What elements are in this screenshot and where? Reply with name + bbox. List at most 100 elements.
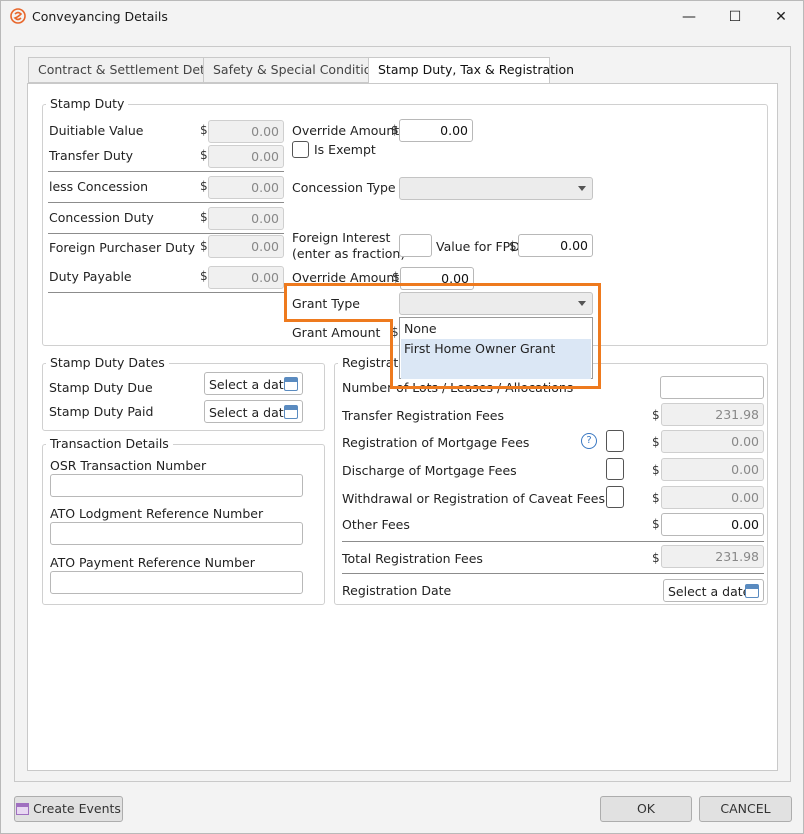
conveyancing-window: Conveyancing Details — ☐ ✕ Contract & Se… [0, 0, 804, 834]
override-amount-label: Override Amount [292, 123, 400, 138]
currency-symbol: $ [652, 551, 660, 565]
transaction-details-legend: Transaction Details [46, 436, 173, 451]
tab-safety-special-conditions[interactable]: Safety & Special Conditions [203, 57, 386, 83]
foreign-purchaser-duty-field[interactable]: 0.00 [208, 235, 284, 258]
is-exempt-label: Is Exempt [314, 142, 376, 157]
chevron-down-icon [578, 186, 586, 191]
concession-duty-field[interactable]: 0.00 [208, 207, 284, 230]
transfer-duty-field[interactable]: 0.00 [208, 145, 284, 168]
app-logo-icon [10, 8, 26, 24]
registration-group [334, 363, 768, 605]
registration-date-label: Registration Date [342, 583, 452, 598]
stamp-duty-due-label: Stamp Duty Due [49, 380, 153, 395]
close-icon: ✕ [775, 9, 787, 25]
currency-symbol: $ [652, 463, 660, 477]
highlight-annotation [390, 319, 393, 389]
highlight-annotation [390, 283, 601, 389]
create-events-button[interactable]: Create Events [14, 796, 123, 822]
duty-payable-label: Duty Payable [49, 269, 132, 284]
minimize-button[interactable]: — [666, 1, 712, 33]
currency-symbol: $ [652, 491, 660, 505]
osr-transaction-input[interactable] [50, 474, 303, 497]
divider [342, 573, 764, 574]
stamp-duty-paid-datepicker[interactable]: Select a date [204, 400, 303, 423]
transfer-registration-fees-label: Transfer Registration Fees [342, 408, 504, 423]
is-exempt-checkbox[interactable] [292, 141, 309, 158]
close-button[interactable]: ✕ [758, 1, 804, 33]
highlight-annotation [284, 319, 393, 322]
divider [48, 171, 284, 172]
duty-payable-field[interactable]: 0.00 [208, 266, 284, 289]
ato-lodgment-input[interactable] [50, 522, 303, 545]
dutiable-value-field[interactable]: 0.00 [208, 120, 284, 143]
date-placeholder: Select a date [209, 405, 292, 420]
foreign-interest-hint: (enter as fraction) [292, 246, 406, 261]
ok-button[interactable]: OK [600, 796, 692, 822]
highlight-annotation [284, 283, 393, 322]
ato-payment-input[interactable] [50, 571, 303, 594]
foreign-interest-field[interactable] [399, 234, 432, 257]
title-bar: Conveyancing Details — ☐ ✕ [1, 1, 803, 33]
currency-symbol: $ [200, 148, 208, 162]
currency-symbol: $ [200, 269, 208, 283]
calendar-icon[interactable] [284, 405, 298, 419]
concession-type-select[interactable] [399, 177, 593, 200]
concession-duty-label: Concession Duty [49, 210, 154, 225]
tab-contract-settlement[interactable]: Contract & Settlement Details [28, 57, 226, 83]
date-placeholder: Select a date [668, 584, 751, 599]
total-registration-fees-field[interactable]: 231.98 [661, 545, 764, 568]
discharge-fees-field[interactable]: 0.00 [661, 458, 764, 481]
create-events-label: Create Events [33, 801, 121, 816]
divider [342, 541, 764, 542]
date-placeholder: Select a date [209, 377, 292, 392]
other-fees-field[interactable]: 0.00 [661, 513, 764, 536]
mortgage-fees-field[interactable]: 0.00 [661, 430, 764, 453]
mortgage-fees-checkbox[interactable] [606, 430, 624, 452]
currency-symbol: $ [200, 123, 208, 137]
number-of-lots-input[interactable] [660, 376, 764, 399]
calendar-icon [16, 803, 30, 815]
ato-payment-label: ATO Payment Reference Number [50, 555, 255, 570]
foreign-purchaser-duty-label: Foreign Purchaser Duty [49, 240, 195, 255]
help-icon[interactable]: ? [581, 433, 597, 449]
value-for-fpd-field[interactable]: 0.00 [518, 234, 593, 257]
currency-symbol: $ [652, 517, 660, 531]
cancel-button[interactable]: CANCEL [699, 796, 792, 822]
currency-symbol: $ [200, 210, 208, 224]
discharge-fees-label: Discharge of Mortgage Fees [342, 463, 517, 478]
override-amount-field[interactable]: 0.00 [399, 119, 473, 142]
currency-symbol: $ [652, 435, 660, 449]
stamp-duty-due-datepicker[interactable]: Select a date [204, 372, 303, 395]
divider [48, 202, 284, 203]
mortgage-fees-label: Registration of Mortgage Fees [342, 435, 530, 450]
tab-stamp-duty-tax-registration[interactable]: Stamp Duty, Tax & Registration [368, 57, 574, 84]
minimize-icon: — [682, 9, 696, 25]
window-title: Conveyancing Details [32, 9, 168, 24]
concession-type-label: Concession Type [292, 180, 396, 195]
currency-symbol: $ [391, 123, 399, 137]
osr-transaction-label: OSR Transaction Number [50, 458, 207, 473]
caveat-fees-field[interactable]: 0.00 [661, 486, 764, 509]
currency-symbol: $ [200, 239, 208, 253]
caveat-fees-label: Withdrawal or Registration of Caveat Fee… [342, 491, 605, 506]
divider [48, 233, 284, 234]
registration-date-datepicker[interactable]: Select a date [663, 579, 764, 602]
maximize-icon: ☐ [728, 9, 742, 25]
maximize-button[interactable]: ☐ [712, 1, 758, 33]
currency-symbol: $ [509, 239, 517, 253]
calendar-icon[interactable] [284, 377, 298, 391]
calendar-icon[interactable] [745, 584, 759, 598]
stamp-duty-paid-label: Stamp Duty Paid [49, 404, 154, 419]
currency-symbol: $ [200, 179, 208, 193]
currency-symbol: $ [652, 408, 660, 422]
discharge-fees-checkbox[interactable] [606, 458, 624, 480]
divider [48, 292, 284, 293]
less-concession-label: less Concession [49, 179, 149, 194]
transfer-duty-label: Transfer Duty [49, 148, 134, 163]
transfer-registration-fees-field[interactable]: 231.98 [661, 403, 764, 426]
less-concession-field[interactable]: 0.00 [208, 176, 284, 199]
caveat-fees-checkbox[interactable] [606, 486, 624, 508]
currency-symbol: $ [392, 270, 400, 284]
grant-amount-label: Grant Amount [292, 325, 381, 340]
value-for-fpd-label: Value for FPD [436, 239, 520, 254]
